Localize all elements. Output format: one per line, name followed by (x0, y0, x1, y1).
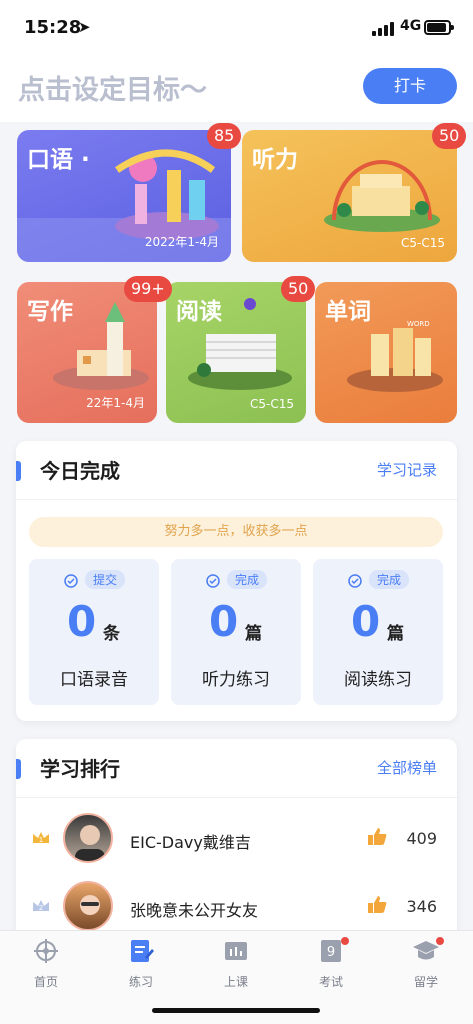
tile-speaking-subtitle: 2022年1-4月 (144, 235, 219, 249)
stat-value: 0 (209, 597, 239, 646)
tile-reading-title: 阅读 (176, 299, 222, 325)
tab-label: 留学 (413, 975, 438, 989)
tile-writing-badge: 99+ (124, 276, 172, 302)
checkin-button[interactable]: 打卡 (363, 68, 457, 104)
class-icon (225, 942, 247, 960)
rank-score: 346 (406, 897, 437, 916)
card-accent (16, 461, 21, 481)
tab-label: 练习 (128, 975, 153, 989)
location-arrow-icon: ➤ (78, 18, 91, 36)
status-time: 15:28 (24, 17, 82, 38)
battery-icon (424, 20, 454, 35)
tile-speaking-title: 口语 · (27, 147, 90, 173)
today-title: 今日完成 (40, 459, 120, 483)
stat-value: 0 (351, 597, 381, 646)
tab-class[interactable]: 上课 (206, 937, 266, 993)
avatar-person-icon (75, 825, 105, 861)
stat-pill: 完成 (368, 570, 409, 589)
stat-unit: 条 (103, 624, 120, 644)
notification-dot (436, 937, 444, 945)
divider (16, 499, 457, 500)
tile-writing[interactable]: 写作 22年1-4月 (17, 282, 157, 423)
set-goal-title[interactable]: 点击设定目标～ (18, 68, 207, 107)
tab-practice[interactable]: 练习 (111, 937, 171, 993)
tab-label: 上课 (223, 975, 248, 989)
tile-listening-title: 听力 (252, 147, 298, 173)
tile-vocabulary-title: 单词 (325, 299, 371, 325)
stat-label: 阅读练习 (344, 670, 412, 690)
tab-home[interactable]: 首页 (16, 937, 76, 993)
today-card: 今日完成 学习记录 努力多一点，收获多一点 提交 0 条 口语录音 完成 0 篇… (16, 441, 457, 721)
all-rankings-link[interactable]: 全部榜单 (377, 757, 437, 778)
helm-icon (34, 939, 58, 963)
silver-crown-icon: 2 (33, 900, 49, 912)
stat-label: 听力练习 (202, 670, 270, 690)
tile-listening-subtitle: C5-C15 (401, 236, 445, 250)
divider (16, 797, 457, 798)
status-bar: 15:28 ➤ 4G (0, 0, 473, 58)
stat-label: 口语录音 (60, 670, 128, 690)
stat-speaking[interactable]: 提交 0 条 口语录音 (29, 559, 159, 705)
header: 点击设定目标～ 打卡 (0, 58, 473, 122)
tile-reading-subtitle: C5-C15 (250, 397, 294, 411)
tab-label: 首页 (33, 975, 58, 989)
stat-value: 0 (67, 597, 97, 646)
avatar-person-icon (80, 895, 100, 915)
avatar[interactable] (63, 813, 113, 863)
tab-exam[interactable]: 9 考试 (301, 937, 361, 993)
tile-writing-subtitle: 22年1-4月 (86, 396, 145, 410)
svg-text:WORD: WORD (407, 320, 430, 328)
tile-reading-badge: 50 (281, 276, 316, 302)
notification-dot (341, 937, 349, 945)
thumbs-up-icon[interactable] (366, 893, 388, 915)
tile-writing-title: 写作 (27, 299, 73, 325)
ranking-title: 学习排行 (40, 757, 120, 781)
svg-text:9: 9 (327, 945, 335, 960)
motto-banner: 努力多一点，收获多一点 (29, 517, 443, 547)
stat-head: 完成 (171, 569, 301, 589)
practice-icon (131, 940, 154, 962)
ranking-row[interactable]: 1 EIC-Davy戴维吉 409 (16, 807, 457, 873)
card-accent (16, 759, 21, 779)
stat-head: 提交 (29, 569, 159, 589)
tile-listening[interactable]: 听力 C5-C15 (242, 130, 457, 262)
tab-study-abroad[interactable]: 留学 (396, 937, 456, 993)
rank-number: 1 (39, 836, 43, 844)
check-clock-icon (64, 573, 78, 588)
rank-name: 张晚意未公开女友 (130, 901, 259, 920)
stat-pill: 提交 (84, 570, 125, 589)
stat-reading[interactable]: 完成 0 篇 阅读练习 (313, 559, 443, 705)
signal-icon (372, 22, 396, 36)
avatar[interactable] (63, 881, 113, 931)
thumbs-up-icon[interactable] (366, 825, 388, 847)
study-record-link[interactable]: 学习记录 (377, 459, 437, 480)
stat-unit: 篇 (245, 624, 262, 644)
tile-listening-badge: 50 (432, 123, 467, 149)
gold-crown-icon: 1 (33, 832, 49, 844)
tile-speaking-badge: 85 (207, 123, 242, 149)
check-clock-icon (206, 573, 220, 588)
check-clock-icon (348, 573, 362, 588)
network-type: 4G (400, 18, 422, 34)
home-indicator (152, 1008, 320, 1013)
stat-listening[interactable]: 完成 0 篇 听力练习 (171, 559, 301, 705)
tile-speaking[interactable]: 口语 · 2022年1-4月 (17, 130, 231, 262)
stat-unit: 篇 (387, 624, 404, 644)
tile-reading[interactable]: 阅读 C5-C15 (166, 282, 306, 423)
tile-vocabulary[interactable]: WORD 单词 (315, 282, 457, 423)
ranking-card: 学习排行 全部榜单 1 EIC-Davy戴维吉 409 2 张晚意未公开女友 3… (16, 739, 457, 939)
rank-name: EIC-Davy戴维吉 (130, 833, 251, 852)
stat-pill: 完成 (226, 570, 267, 589)
rank-number: 2 (39, 904, 43, 912)
rank-score: 409 (406, 829, 437, 848)
stat-head: 完成 (313, 569, 443, 589)
tab-label: 考试 (318, 975, 343, 989)
